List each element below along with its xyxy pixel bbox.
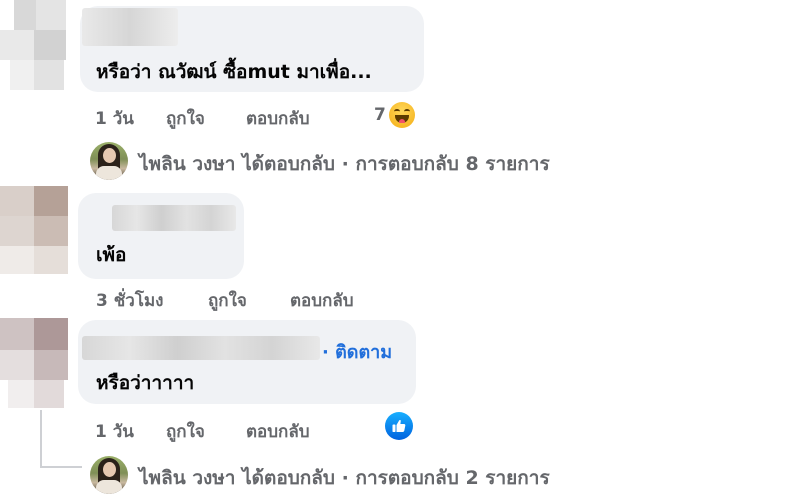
- reply-button[interactable]: ตอบกลับ: [246, 105, 310, 132]
- blurred-avatar-column: [0, 0, 68, 502]
- replier-avatar[interactable]: [90, 142, 128, 180]
- comment-actions: 1 วัน ถูกใจ ตอบกลับ: [95, 418, 395, 442]
- comment-text: หรือว่า ณวัฒน์ ซื้อmut มาเพื่อ...: [96, 61, 372, 83]
- like-button[interactable]: ถูกใจ: [208, 287, 247, 314]
- comment-actions: 3 ชั่วโมง ถูกใจ ตอบกลับ: [96, 287, 396, 311]
- blurred-author-name: [112, 205, 236, 231]
- comment-timestamp[interactable]: 1 วัน: [95, 418, 134, 445]
- comment-actions: 1 วัน ถูกใจ ตอบกลับ 7: [95, 105, 435, 129]
- replier-avatar[interactable]: [90, 456, 128, 494]
- laugh-emoji-icon[interactable]: [389, 102, 415, 128]
- blurred-author-name: [82, 336, 320, 360]
- blurred-author-name: [82, 8, 178, 46]
- thread-line-branch: [40, 466, 82, 468]
- like-icon[interactable]: [385, 412, 413, 440]
- comment-text: เพ้อ: [96, 244, 127, 266]
- follow-link[interactable]: · ติดตาม: [322, 337, 392, 366]
- thread-line: [40, 410, 42, 468]
- view-replies-link[interactable]: ไพลิน วงษา ได้ตอบกลับ · การตอบกลับ 2 ราย…: [139, 463, 550, 493]
- comment-bubble: · ติดตาม หรือว่าาาาา: [78, 320, 416, 404]
- reply-button[interactable]: ตอบกลับ: [246, 418, 310, 445]
- view-replies-link[interactable]: ไพลิน วงษา ได้ตอบกลับ · การตอบกลับ 8 ราย…: [139, 149, 550, 179]
- reaction-count[interactable]: 7: [374, 105, 386, 125]
- comment-timestamp[interactable]: 1 วัน: [95, 105, 134, 132]
- like-button[interactable]: ถูกใจ: [166, 105, 205, 132]
- like-button[interactable]: ถูกใจ: [166, 418, 205, 445]
- comment-bubble: เพ้อ: [78, 193, 244, 279]
- comment-timestamp[interactable]: 3 ชั่วโมง: [96, 287, 163, 314]
- comment-bubble: หรือว่า ณวัฒน์ ซื้อmut มาเพื่อ...: [80, 6, 424, 92]
- reply-button[interactable]: ตอบกลับ: [290, 287, 354, 314]
- comment-text: หรือว่าาาาา: [96, 372, 195, 394]
